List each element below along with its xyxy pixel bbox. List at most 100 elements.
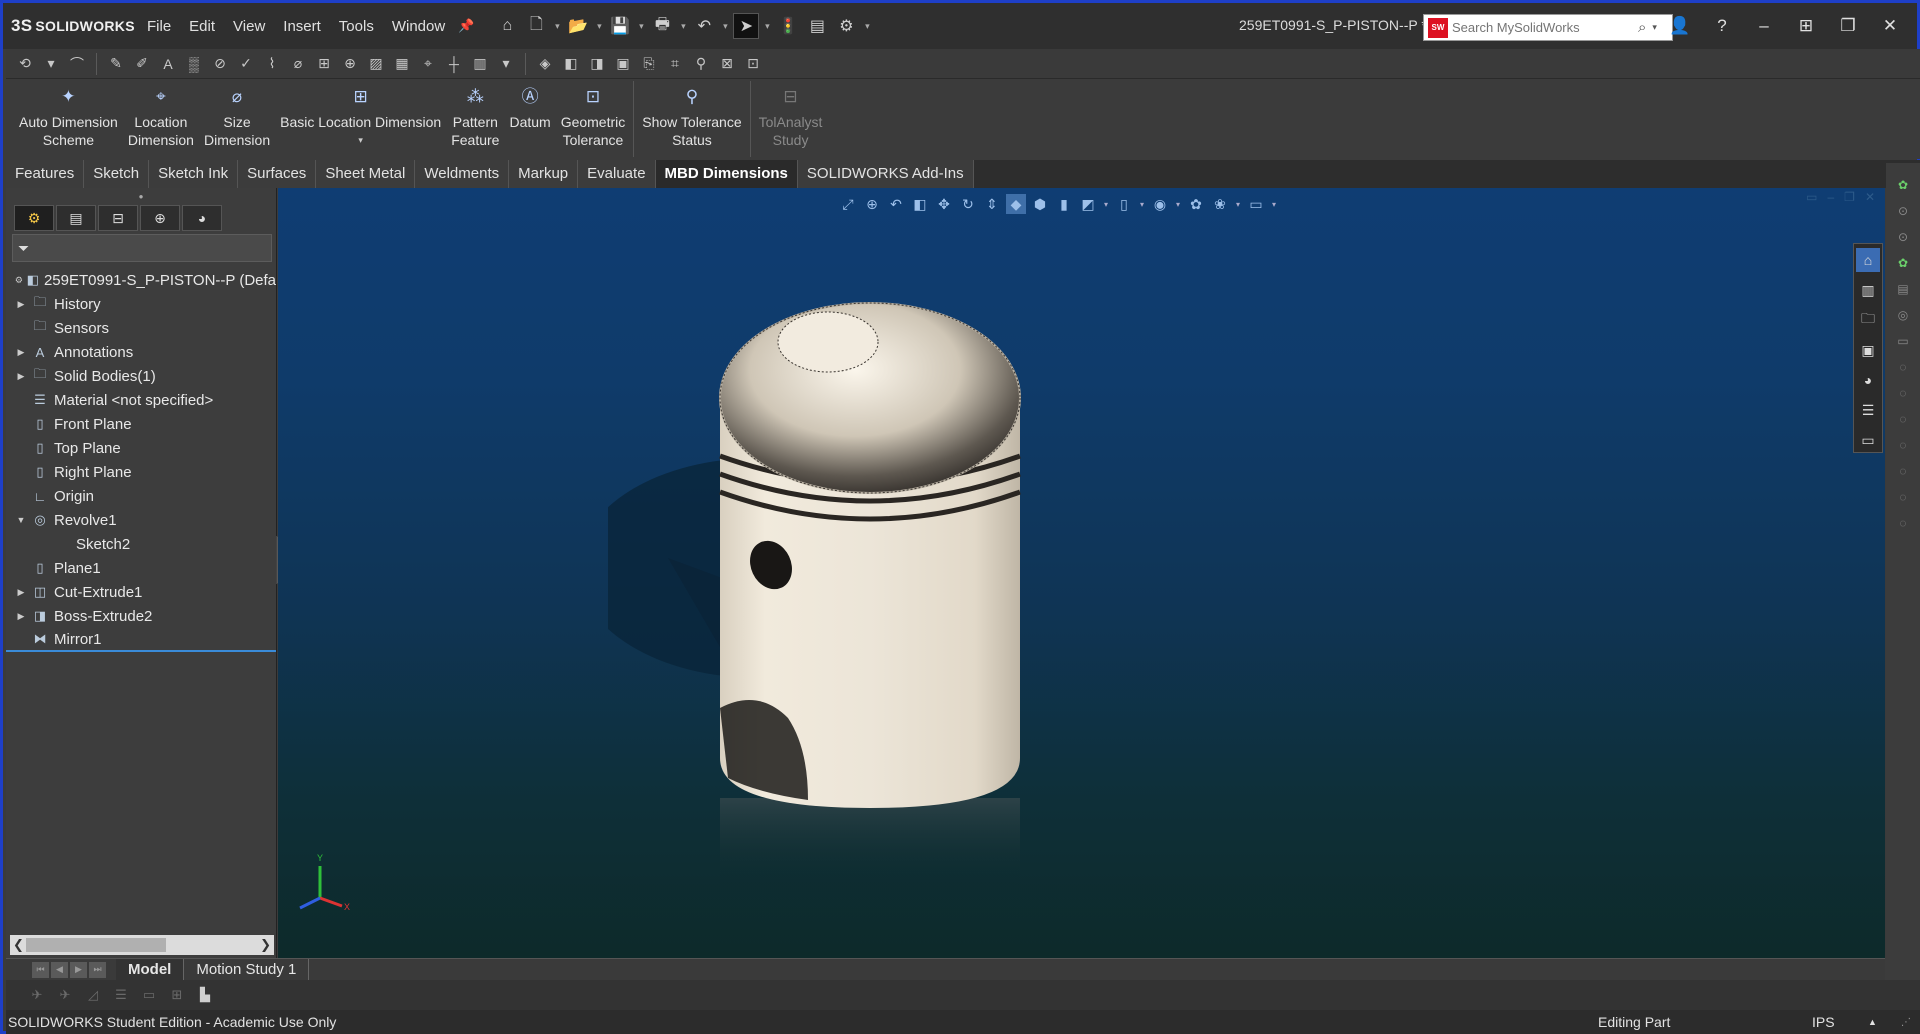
datum-feature-icon[interactable]: ⊞ <box>313 53 335 75</box>
tab-sketch-ink[interactable]: Sketch Ink <box>149 160 239 188</box>
tab-sketch[interactable]: Sketch <box>84 160 150 188</box>
annotation-icon[interactable]: ✎ <box>105 53 127 75</box>
tree-item-material[interactable]: ☰ Material <not specified> <box>6 388 276 412</box>
print-dropdown-icon[interactable]: ▾ <box>678 21 688 32</box>
hole-callout-icon[interactable]: ⌀ <box>287 53 309 75</box>
tree-item-sketch2[interactable]: Sketch2 <box>6 532 276 556</box>
next-tab-icon[interactable]: ▶ <box>70 961 87 978</box>
right-tool-icon[interactable]: ◌ <box>1892 513 1914 533</box>
location-dimension-button[interactable]: ⌖ Location Dimension <box>123 79 199 149</box>
dropdown-icon[interactable]: ▾ <box>40 53 62 75</box>
annotation-view-icon[interactable]: ◨ <box>586 53 608 75</box>
note-icon[interactable]: ✐ <box>131 53 153 75</box>
tile-windows-icon[interactable]: ⊞ <box>1789 11 1823 41</box>
balloon-icon[interactable]: ⊘ <box>209 53 231 75</box>
tree-item-boss-extrude2[interactable]: ▶ ◨ Boss-Extrude2 <box>6 604 276 628</box>
panel-horizontal-scrollbar[interactable]: ❮ ❯ <box>10 935 274 955</box>
tree-item-front-plane[interactable]: ▯ Front Plane <box>6 412 276 436</box>
feature-manager-tab-icon[interactable]: ⚙ <box>14 205 54 231</box>
tree-item-top-plane[interactable]: ▯ Top Plane <box>6 436 276 460</box>
scene-icon[interactable]: ❀ <box>1210 194 1230 214</box>
show-tolerance-status-button[interactable]: ⚲ Show Tolerance Status <box>637 79 746 149</box>
motion-tool-icon[interactable]: ▭ <box>138 984 160 1006</box>
motion-tool-icon[interactable]: ✈ <box>26 984 48 1006</box>
minimize-icon[interactable]: – <box>1747 11 1781 41</box>
motion-tool-icon[interactable]: ✈ <box>54 984 76 1006</box>
tab-features[interactable]: Features <box>6 160 85 188</box>
resize-grip-icon[interactable]: ⋰ <box>1901 1017 1911 1028</box>
select-pointer-icon[interactable]: ➤ <box>733 13 760 39</box>
home-icon[interactable]: ⌂ <box>494 13 520 39</box>
options-gear-icon[interactable]: ⚙ <box>833 13 859 39</box>
search-input[interactable] <box>1452 20 1632 35</box>
file-explorer-icon[interactable]: 🗀 <box>1856 308 1880 332</box>
chevron-down-icon[interactable]: ▾ <box>358 131 363 149</box>
display-style-icon[interactable]: ▮ <box>1054 194 1074 214</box>
tree-item-mirror1[interactable]: ⧓ Mirror1 <box>6 628 276 652</box>
custom-properties-icon[interactable]: ☰ <box>1856 398 1880 422</box>
new-document-icon[interactable]: 🗋 <box>523 13 549 39</box>
tree-item-annotations[interactable]: ▶ A Annotations <box>6 340 276 364</box>
expand-arrow-icon[interactable]: ▶ <box>14 587 28 598</box>
tab-model[interactable]: Model <box>116 958 185 981</box>
view-settings-dropdown-icon[interactable]: ▾ <box>1270 200 1278 209</box>
menu-window[interactable]: Window <box>383 18 454 35</box>
expand-arrow-icon[interactable]: ▶ <box>14 347 28 358</box>
viewport-restore-icon[interactable]: ❐ <box>1844 190 1855 204</box>
tab-sheet-metal[interactable]: Sheet Metal <box>316 160 416 188</box>
graphics-area[interactable]: ⤢ ⊕ ↶ ◧ ✥ ↻ ⇕ ◆ ⬢ ▮ ◩ ▾ ▯ ▾ ◉ ▾ ✿ ❀ ▾ ▭ … <box>278 188 1885 958</box>
right-tool-icon[interactable]: ◌ <box>1892 487 1914 507</box>
size-dimension-button[interactable]: ⌀ Size Dimension <box>199 79 275 149</box>
close-icon[interactable]: ✕ <box>1873 11 1907 41</box>
view-orientation-icon[interactable]: ⬢ <box>1030 194 1050 214</box>
appearances-scenes-icon[interactable]: ◕ <box>1856 368 1880 392</box>
table-icon[interactable]: ▥ <box>469 53 491 75</box>
display-style-dropdown-icon[interactable]: ▾ <box>1102 200 1110 209</box>
search-icon[interactable]: ⌕ <box>1638 19 1646 36</box>
tolanalyst-study-button[interactable]: ⊟ TolAnalyst Study <box>754 79 828 149</box>
expand-arrow-icon[interactable]: ▶ <box>14 611 28 622</box>
expand-arrow-icon[interactable]: ▶ <box>14 299 28 310</box>
right-tool-icon[interactable]: ✿ <box>1892 253 1914 273</box>
right-tool-icon[interactable]: ✿ <box>1892 175 1914 195</box>
search-dropdown-icon[interactable]: ▾ <box>1652 22 1657 33</box>
pan-icon[interactable]: ✥ <box>934 194 954 214</box>
tree-item-cut-extrude1[interactable]: ▶ ◫ Cut-Extrude1 <box>6 580 276 604</box>
menu-view[interactable]: View <box>224 18 274 35</box>
undo-dropdown-icon[interactable]: ▾ <box>720 21 730 32</box>
zoom-icon[interactable]: ⇕ <box>982 194 1002 214</box>
tab-evaluate[interactable]: Evaluate <box>578 160 656 188</box>
surface-finish-icon[interactable]: ✓ <box>235 53 257 75</box>
menu-insert[interactable]: Insert <box>274 18 330 35</box>
auto-dimension-scheme-button[interactable]: ✦ Auto Dimension Scheme <box>14 79 123 149</box>
open-dropdown-icon[interactable]: ▾ <box>594 21 604 32</box>
dimxpert-manager-tab-icon[interactable]: ⊕ <box>140 205 180 231</box>
save-icon[interactable]: 💾 <box>607 13 633 39</box>
menu-tools[interactable]: Tools <box>330 18 383 35</box>
design-library-icon[interactable]: ▥ <box>1856 278 1880 302</box>
dimxpert-icon[interactable]: ⌗ <box>664 53 686 75</box>
view-settings-monitor-icon[interactable]: ▭ <box>1246 194 1266 214</box>
motion-tool-icon[interactable]: ☰ <box>110 984 132 1006</box>
menu-file[interactable]: File <box>138 18 180 35</box>
capture-3d-view-icon[interactable]: ▣ <box>612 53 634 75</box>
show-hide-icon[interactable]: ⚲ <box>690 53 712 75</box>
restore-icon[interactable]: ❐ <box>1831 11 1865 41</box>
pin-menu-icon[interactable]: 📌 <box>458 18 474 34</box>
search-box[interactable]: SW ⌕ ▾ <box>1423 14 1673 41</box>
save-dropdown-icon[interactable]: ▾ <box>636 21 646 32</box>
tree-root-part[interactable]: ⚙ ◧ 259ET0991-S_P-PISTON--P (Defa <box>6 268 276 292</box>
check-icon[interactable]: ⊠ <box>716 53 738 75</box>
zoom-to-fit-icon[interactable]: ⤢ <box>838 194 858 214</box>
datum-target-icon[interactable]: ⊕ <box>339 53 361 75</box>
isometric-view-icon[interactable]: ◆ <box>1006 194 1026 214</box>
right-tool-icon[interactable]: ◌ <box>1892 435 1914 455</box>
configuration-manager-tab-icon[interactable]: ⊟ <box>98 205 138 231</box>
hide-show-items-icon[interactable]: ▯ <box>1114 194 1134 214</box>
solidworks-forum-icon[interactable]: ▭ <box>1856 428 1880 452</box>
menu-edit[interactable]: Edit <box>180 18 224 35</box>
viewport-close-icon[interactable]: ✕ <box>1865 190 1875 204</box>
center-mark-icon[interactable]: ⌖ <box>417 53 439 75</box>
section-view-icon[interactable]: ◧ <box>910 194 930 214</box>
scene-dropdown-icon[interactable]: ▾ <box>1234 200 1242 209</box>
